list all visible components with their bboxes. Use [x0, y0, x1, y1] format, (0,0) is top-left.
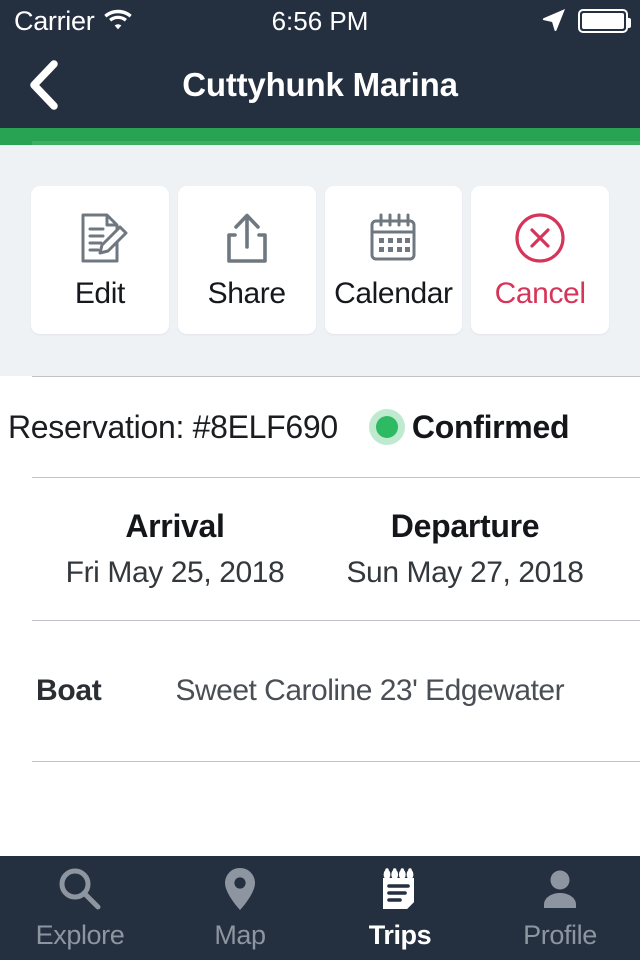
calendar-button[interactable]: Calendar	[324, 186, 463, 334]
location-arrow-icon	[540, 5, 568, 38]
arrival-cell: Arrival Fri May 25, 2018	[30, 508, 320, 590]
reservation-details: Reservation: #8ELF690 Confirmed Arrival …	[0, 376, 640, 762]
arrival-date: Fri May 25, 2018	[65, 556, 285, 589]
chevron-left-icon	[30, 60, 58, 110]
departure-title: Departure	[390, 508, 540, 544]
status-dot-icon	[375, 416, 398, 438]
navigation-bar: Cuttyhunk Marina	[0, 42, 640, 128]
status-bar-right	[540, 5, 631, 38]
status-bar: Carrier 6:56 PM	[0, 0, 640, 42]
arrival-title: Arrival	[125, 508, 225, 544]
tab-explore[interactable]: Explore	[0, 866, 160, 951]
tab-map-label: Map	[214, 919, 266, 950]
boat-row: Boat Sweet Caroline 23' Edgewater	[0, 621, 640, 761]
boat-value: Sweet Caroline 23' Edgewater	[175, 674, 565, 707]
status-label: Confirmed	[411, 408, 570, 445]
calendar-icon	[364, 209, 422, 267]
share-upload-icon	[218, 209, 276, 267]
edit-button[interactable]: Edit	[31, 186, 169, 334]
page-title: Cuttyhunk Marina	[182, 66, 458, 103]
search-icon	[55, 866, 105, 914]
departure-cell: Departure Sun May 27, 2018	[320, 508, 610, 590]
tab-trips-label: Trips	[368, 919, 432, 950]
reservation-number-label: Reservation: #8ELF690	[8, 408, 338, 445]
tab-trips[interactable]: Trips	[320, 866, 480, 951]
notepad-icon	[375, 866, 425, 914]
tab-profile-label: Profile	[523, 919, 597, 950]
edit-button-label: Edit	[74, 277, 126, 310]
accent-bar	[0, 128, 640, 145]
boat-label: Boat	[36, 674, 102, 707]
calendar-button-label: Calendar	[334, 277, 453, 310]
divider	[32, 761, 640, 762]
share-button-label: Share	[207, 277, 286, 310]
app-screen: Carrier 6:56 PM Cuttyhunk Marina Edit Sh…	[0, 0, 640, 960]
tab-profile[interactable]: Profile	[480, 866, 640, 951]
back-button[interactable]	[12, 42, 76, 128]
departure-date: Sun May 27, 2018	[346, 556, 584, 589]
person-icon	[535, 866, 585, 914]
cancel-button-label: Cancel	[494, 277, 586, 310]
battery-full-icon	[578, 9, 631, 33]
bottom-tab-bar: Explore Map Trips Profile	[0, 856, 640, 960]
cancel-button[interactable]: Cancel	[471, 186, 609, 334]
status-badge: Confirmed	[375, 408, 570, 446]
map-pin-icon	[215, 866, 265, 914]
tab-explore-label: Explore	[35, 919, 125, 950]
tab-map[interactable]: Map	[160, 866, 320, 951]
x-circle-icon	[511, 209, 569, 267]
document-edit-icon	[71, 209, 129, 267]
reservation-row: Reservation: #8ELF690 Confirmed	[0, 377, 640, 477]
action-buttons-panel: Edit Share Calendar Cancel	[0, 145, 640, 376]
share-button[interactable]: Share	[177, 186, 316, 334]
dates-row: Arrival Fri May 25, 2018 Departure Sun M…	[0, 478, 640, 620]
